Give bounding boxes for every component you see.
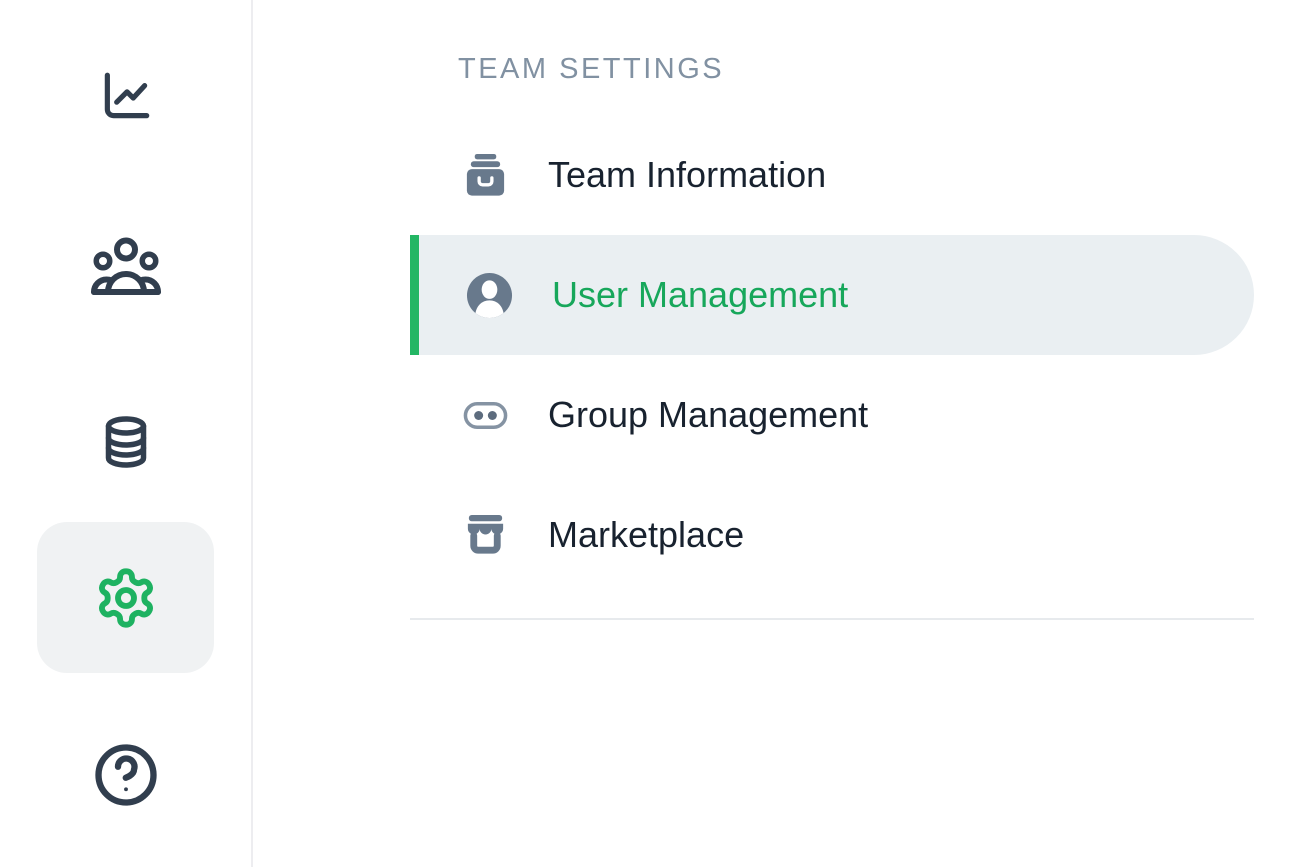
menu-item-label: Marketplace [548, 514, 744, 556]
sidebar-item-analytics[interactable] [37, 21, 214, 172]
sidebar-item-settings[interactable] [37, 522, 214, 673]
sidebar-item-database[interactable] [37, 367, 214, 518]
group-toggle-icon [460, 390, 510, 440]
menu-item-group-management[interactable]: Group Management [410, 355, 1254, 475]
database-icon [97, 413, 155, 473]
sidebar-item-help[interactable] [37, 699, 214, 850]
storefront-icon [460, 510, 510, 560]
team-icon [89, 236, 163, 298]
user-icon [464, 270, 514, 320]
help-icon [93, 742, 159, 808]
menu-item-label: Team Information [548, 154, 826, 196]
menu-item-user-management[interactable]: User Management [410, 235, 1254, 355]
menu-item-team-information[interactable]: Team Information [410, 115, 1254, 235]
page-title: TEAM SETTINGS [458, 53, 724, 86]
sidebar-item-team[interactable] [37, 191, 214, 342]
section-divider [410, 618, 1254, 620]
menu-item-label: Group Management [548, 394, 868, 436]
line-chart-icon [97, 68, 155, 126]
archive-icon [460, 150, 510, 200]
menu-item-marketplace[interactable]: Marketplace [410, 475, 1254, 595]
settings-gear-icon [94, 566, 158, 630]
menu-item-label: User Management [552, 274, 848, 316]
icon-rail-sidebar [0, 0, 253, 867]
